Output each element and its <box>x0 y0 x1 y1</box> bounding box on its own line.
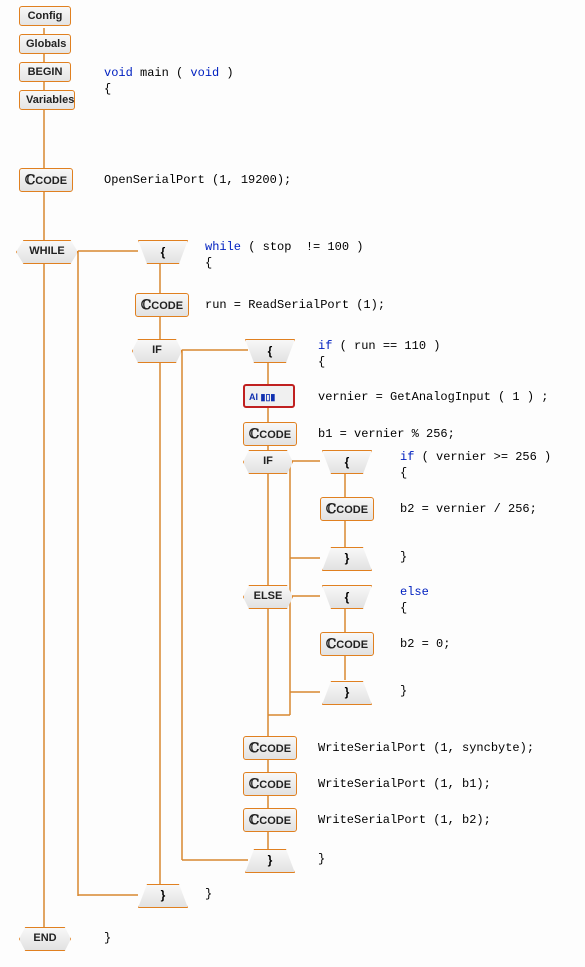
code-else: else <box>400 585 429 599</box>
ccode-block[interactable]: ℂCODE <box>243 772 297 796</box>
code-b2zero: b2 = 0; <box>400 637 450 651</box>
code-while-close: } <box>205 887 212 901</box>
analog-input-block[interactable]: AI ▮▯▮ <box>243 384 295 408</box>
close-brace-block[interactable]: } <box>322 547 372 571</box>
open-brace-block[interactable]: { <box>322 585 372 609</box>
code-write1: WriteSerialPort (1, syncbyte); <box>318 741 534 755</box>
while-block[interactable]: WHILE <box>16 240 78 264</box>
code-main-sig: void main ( void ) <box>104 66 234 80</box>
ccode-block[interactable]: ℂCODE <box>19 168 73 192</box>
ccode-block[interactable]: ℂCODE <box>320 632 374 656</box>
ccode-block[interactable]: ℂCODE <box>135 293 189 317</box>
open-brace-block[interactable]: { <box>322 450 372 474</box>
ccode-block[interactable]: ℂCODE <box>243 422 297 446</box>
ccode-block[interactable]: ℂCODE <box>243 808 297 832</box>
code-else-close: } <box>400 684 407 698</box>
close-brace-block[interactable]: } <box>245 849 295 873</box>
code-if2: if ( vernier >= 256 ) <box>400 450 551 464</box>
open-brace-block[interactable]: { <box>245 339 295 363</box>
code-if-open: { <box>318 355 325 369</box>
code-open-serial: OpenSerialPort (1, 19200); <box>104 173 291 187</box>
code-while-open: { <box>205 256 212 270</box>
code-if-close: } <box>318 852 325 866</box>
else-block[interactable]: ELSE <box>243 585 293 609</box>
code-b1: b1 = vernier % 256; <box>318 427 455 441</box>
variables-block[interactable]: Variables <box>19 90 75 110</box>
code-b2div: b2 = vernier / 256; <box>400 502 537 516</box>
code-vernier: vernier = GetAnalogInput ( 1 ) ; <box>318 390 548 404</box>
code-main-close: } <box>104 931 111 945</box>
code-if2-close: } <box>400 550 407 564</box>
close-brace-block[interactable]: } <box>138 884 188 908</box>
code-write3: WriteSerialPort (1, b2); <box>318 813 491 827</box>
code-run-read: run = ReadSerialPort (1); <box>205 298 385 312</box>
config-block[interactable]: Config <box>19 6 71 26</box>
code-if2-open: { <box>400 466 407 480</box>
open-brace-block[interactable]: { <box>138 240 188 264</box>
code-if: if ( run == 110 ) <box>318 339 440 353</box>
ccode-block[interactable]: ℂCODE <box>243 736 297 760</box>
if-block[interactable]: IF <box>132 339 182 363</box>
ccode-block[interactable]: ℂCODE <box>320 497 374 521</box>
if-block[interactable]: IF <box>243 450 293 474</box>
code-write2: WriteSerialPort (1, b1); <box>318 777 491 791</box>
begin-block[interactable]: BEGIN <box>19 62 71 82</box>
code-else-open: { <box>400 601 407 615</box>
code-main-open: { <box>104 82 111 96</box>
end-block[interactable]: END <box>19 927 71 951</box>
code-while: while ( stop != 100 ) <box>205 240 363 254</box>
close-brace-block[interactable]: } <box>322 681 372 705</box>
globals-block[interactable]: Globals <box>19 34 71 54</box>
